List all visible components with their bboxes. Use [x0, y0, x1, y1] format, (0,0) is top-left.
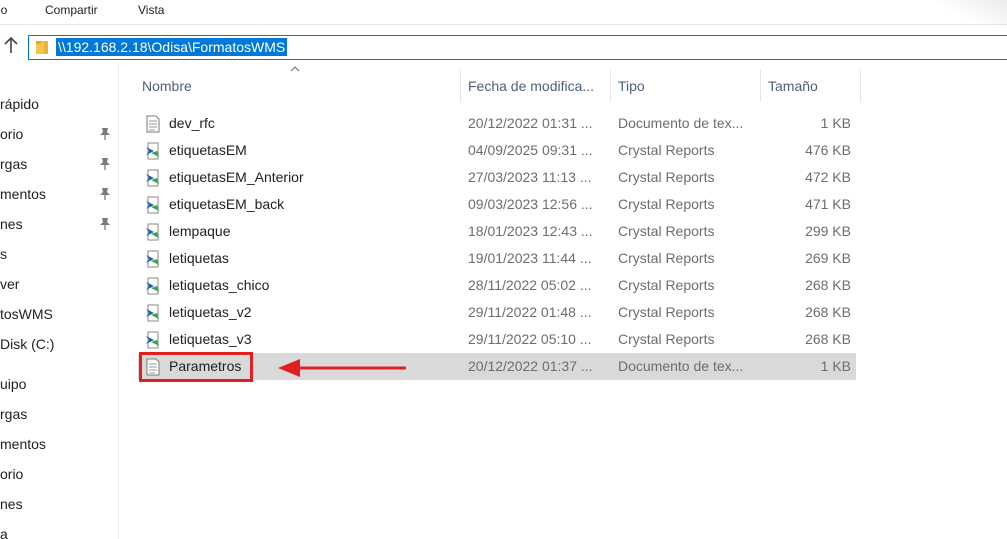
file-type: Crystal Reports: [618, 142, 715, 158]
file-size: 476 KB: [805, 142, 851, 158]
file-size: 268 KB: [805, 304, 851, 320]
crystal-reports-icon: [146, 142, 159, 160]
file-name: letiquetas_chico: [169, 277, 270, 293]
nav-item-imagenes-2[interactable]: nes: [0, 493, 23, 515]
nav-item-documentos-2[interactable]: mentos: [0, 433, 46, 455]
nav-item-a[interactable]: a: [0, 523, 8, 539]
menu-item-vista[interactable]: Vista: [138, 3, 164, 17]
file-size: 1 KB: [820, 358, 851, 374]
column-header-size[interactable]: Tamaño: [764, 70, 860, 102]
crystal-reports-icon: [146, 196, 159, 214]
ribbon-divider: [0, 24, 1007, 25]
address-path-text[interactable]: \\192.168.2.18\Odisa\FormatosWMS: [56, 38, 288, 56]
file-row[interactable]: dev_rfc 20/12/2022 01:31 ... Documento d…: [138, 110, 856, 137]
nav-item-formatoswms[interactable]: tosWMS: [0, 303, 53, 325]
column-header-name[interactable]: Nombre: [138, 70, 460, 102]
nav-item-equipo[interactable]: uipo: [0, 373, 26, 395]
nav-item-escritorio-2[interactable]: orio: [0, 463, 23, 485]
column-header-date[interactable]: Fecha de modifica...: [464, 70, 610, 102]
pin-icon[interactable]: [99, 187, 111, 201]
file-name: letiquetas_v2: [169, 304, 252, 320]
crystal-reports-icon: [146, 277, 159, 295]
nav-item-descargas[interactable]: rgas: [0, 153, 27, 175]
file-type: Documento de tex...: [618, 115, 744, 131]
file-type: Crystal Reports: [618, 250, 715, 266]
file-type: Crystal Reports: [618, 223, 715, 239]
up-arrow-button[interactable]: [4, 36, 20, 56]
file-type: Crystal Reports: [618, 169, 715, 185]
file-row[interactable]: letiquetas_v2 29/11/2022 01:48 ... Cryst…: [138, 299, 856, 326]
file-date: 20/12/2022 01:31 ...: [468, 115, 593, 131]
crystal-reports-icon: [146, 223, 159, 241]
nav-item-documentos[interactable]: mentos: [0, 183, 46, 205]
nav-item-s[interactable]: s: [0, 243, 7, 265]
file-type: Crystal Reports: [618, 331, 715, 347]
column-separator[interactable]: [610, 70, 611, 102]
menu-item-inicio[interactable]: io: [0, 3, 7, 17]
file-name: lempaque: [169, 223, 231, 239]
file-name: etiquetasEM: [169, 142, 247, 158]
file-name: letiquetas: [169, 250, 229, 266]
column-separator[interactable]: [460, 70, 461, 102]
file-size: 268 KB: [805, 277, 851, 293]
file-size: 472 KB: [805, 169, 851, 185]
file-type: Documento de tex...: [618, 358, 744, 374]
pin-icon[interactable]: [99, 127, 111, 141]
crystal-reports-icon: [146, 304, 159, 322]
file-size: 299 KB: [805, 223, 851, 239]
nav-item-escritorio[interactable]: orio: [0, 123, 23, 145]
file-date: 09/03/2023 12:56 ...: [468, 196, 593, 212]
nav-item-server[interactable]: ver: [0, 273, 19, 295]
crystal-reports-icon: [146, 250, 159, 268]
up-arrow-icon: [4, 36, 18, 53]
file-row[interactable]: etiquetasEM 04/09/2025 09:31 ... Crystal…: [138, 137, 856, 164]
file-date: 28/11/2022 05:02 ...: [468, 277, 592, 293]
file-name: etiquetasEM_back: [169, 196, 285, 212]
pin-icon[interactable]: [99, 157, 111, 171]
crystal-reports-icon: [146, 331, 159, 349]
file-row[interactable]: lempaque 18/01/2023 12:43 ... Crystal Re…: [138, 218, 856, 245]
nav-item-local-disk[interactable]: Disk (C:): [0, 333, 54, 355]
file-type: Crystal Reports: [618, 196, 715, 212]
pin-icon[interactable]: [99, 217, 111, 231]
window-shadow: [937, 0, 1007, 30]
pane-divider[interactable]: [118, 62, 119, 539]
file-date: 04/09/2025 09:31 ...: [468, 142, 593, 158]
folder-icon: [36, 41, 48, 54]
annotation-highlight-box: [139, 352, 253, 382]
address-bar[interactable]: \\192.168.2.18\Odisa\FormatosWMS: [28, 35, 1007, 60]
file-row[interactable]: letiquetas_chico 28/11/2022 05:02 ... Cr…: [138, 272, 856, 299]
annotation-arrow-icon: [278, 359, 406, 377]
file-size: 269 KB: [805, 250, 851, 266]
file-name: letiquetas_v3: [169, 331, 252, 347]
nav-item-imagenes[interactable]: nes: [0, 213, 23, 235]
file-size: 268 KB: [805, 331, 851, 347]
nav-item-quick-access[interactable]: rápido: [0, 93, 39, 115]
crystal-reports-icon: [146, 169, 159, 187]
file-name: etiquetasEM_Anterior: [169, 169, 304, 185]
nav-item-descargas-2[interactable]: rgas: [0, 403, 27, 425]
column-separator[interactable]: [860, 70, 861, 102]
file-size: 471 KB: [805, 196, 851, 212]
navigation-pane: rápido orio rgas mentos nes s ver tosWMS…: [0, 62, 118, 539]
file-date: 18/01/2023 12:43 ...: [468, 223, 593, 239]
file-date: 29/11/2022 05:10 ...: [468, 331, 592, 347]
file-date: 20/12/2022 01:37 ...: [468, 358, 593, 374]
column-separator[interactable]: [760, 70, 761, 102]
file-date: 27/03/2023 11:13 ...: [468, 169, 592, 185]
menu-item-compartir[interactable]: Compartir: [45, 3, 98, 17]
file-row[interactable]: etiquetasEM_back 09/03/2023 12:56 ... Cr…: [138, 191, 856, 218]
file-size: 1 KB: [820, 115, 851, 131]
file-type: Crystal Reports: [618, 277, 715, 293]
file-name: dev_rfc: [169, 115, 215, 131]
file-row[interactable]: letiquetas_v3 29/11/2022 05:10 ... Cryst…: [138, 326, 856, 353]
file-row[interactable]: etiquetasEM_Anterior 27/03/2023 11:13 ..…: [138, 164, 856, 191]
column-header-type[interactable]: Tipo: [614, 70, 760, 102]
text-document-icon: [146, 115, 160, 133]
file-row[interactable]: letiquetas 19/01/2023 11:44 ... Crystal …: [138, 245, 856, 272]
ribbon-menu: io Compartir Vista: [0, 0, 1007, 24]
file-type: Crystal Reports: [618, 304, 715, 320]
file-date: 29/11/2022 01:48 ...: [468, 304, 592, 320]
file-date: 19/01/2023 11:44 ...: [468, 250, 592, 266]
